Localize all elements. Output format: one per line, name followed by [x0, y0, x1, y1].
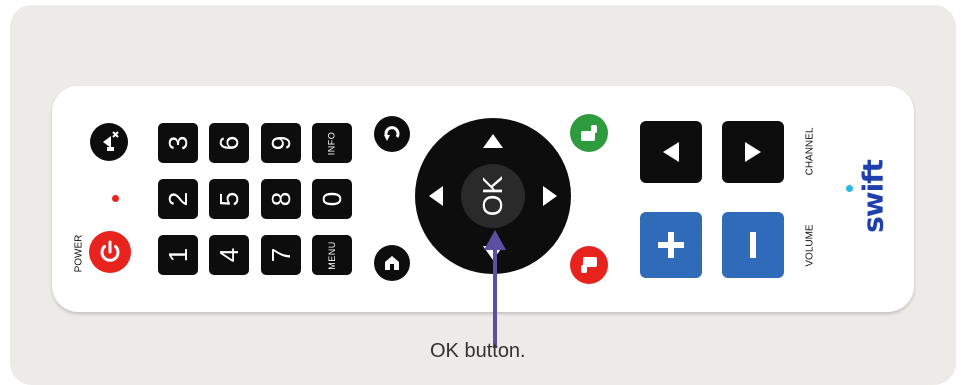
key-4[interactable]: 4	[209, 235, 249, 275]
volume-label: VOLUME	[804, 224, 816, 267]
key-3[interactable]: 3	[158, 123, 198, 163]
thumbs-down-button[interactable]	[570, 246, 608, 284]
brand-logo-text: swift	[856, 160, 890, 233]
power-button[interactable]	[89, 231, 131, 273]
play-right-icon	[745, 142, 761, 162]
key-7[interactable]: 7	[261, 235, 301, 275]
minus-icon	[750, 232, 756, 258]
key-menu[interactable]: MENU	[312, 235, 352, 275]
key-0-label: 0	[317, 191, 347, 207]
key-0[interactable]: 0	[312, 179, 352, 219]
brand-logo-dot	[846, 185, 853, 192]
key-5-label: 5	[214, 191, 244, 207]
annotation-arrow	[484, 230, 506, 348]
play-left-icon	[663, 142, 679, 162]
thumbs-up-button[interactable]	[570, 114, 608, 152]
ok-label: OK	[477, 175, 508, 217]
key-6[interactable]: 6	[209, 123, 249, 163]
key-menu-label: MENU	[326, 240, 337, 270]
channel-up-button[interactable]	[722, 121, 784, 183]
key-6-label: 6	[214, 135, 244, 151]
channel-label: CHANNEL	[804, 127, 816, 176]
mute-button[interactable]	[90, 123, 128, 161]
back-icon	[384, 126, 400, 141]
brand-logo: swift	[844, 150, 902, 242]
key-4-label: 4	[214, 247, 244, 263]
thumbs-down-icon	[581, 257, 597, 273]
key-8-label: 8	[266, 191, 296, 207]
key-5[interactable]: 5	[209, 179, 249, 219]
back-button[interactable]	[374, 116, 410, 152]
key-info[interactable]: INFO	[312, 123, 352, 163]
triangle-right-icon	[543, 186, 557, 206]
channel-down-button[interactable]	[640, 121, 702, 183]
triangle-up-icon	[483, 134, 503, 148]
home-icon	[385, 256, 399, 270]
volume-down-button[interactable]	[722, 212, 784, 278]
key-2[interactable]: 2	[158, 179, 198, 219]
key-info-label: INFO	[326, 131, 337, 155]
caption: OK button.	[430, 340, 526, 362]
triangle-left-icon	[429, 186, 443, 206]
key-3-label: 3	[163, 135, 193, 151]
power-indicator-led	[112, 195, 119, 202]
thumbs-up-icon	[581, 125, 597, 141]
key-1[interactable]: 1	[158, 235, 198, 275]
key-8[interactable]: 8	[261, 179, 301, 219]
mute-icon	[103, 131, 119, 151]
power-icon	[100, 240, 120, 262]
home-button[interactable]	[374, 245, 410, 281]
key-9-label: 9	[266, 135, 296, 151]
key-1-label: 1	[163, 247, 193, 263]
key-7-label: 7	[266, 247, 296, 263]
ok-button[interactable]: OK	[461, 164, 525, 228]
key-9[interactable]: 9	[261, 123, 301, 163]
power-label: POWER	[73, 234, 85, 273]
volume-up-button[interactable]	[640, 212, 702, 278]
plus-icon	[658, 232, 684, 258]
key-2-label: 2	[163, 191, 193, 207]
